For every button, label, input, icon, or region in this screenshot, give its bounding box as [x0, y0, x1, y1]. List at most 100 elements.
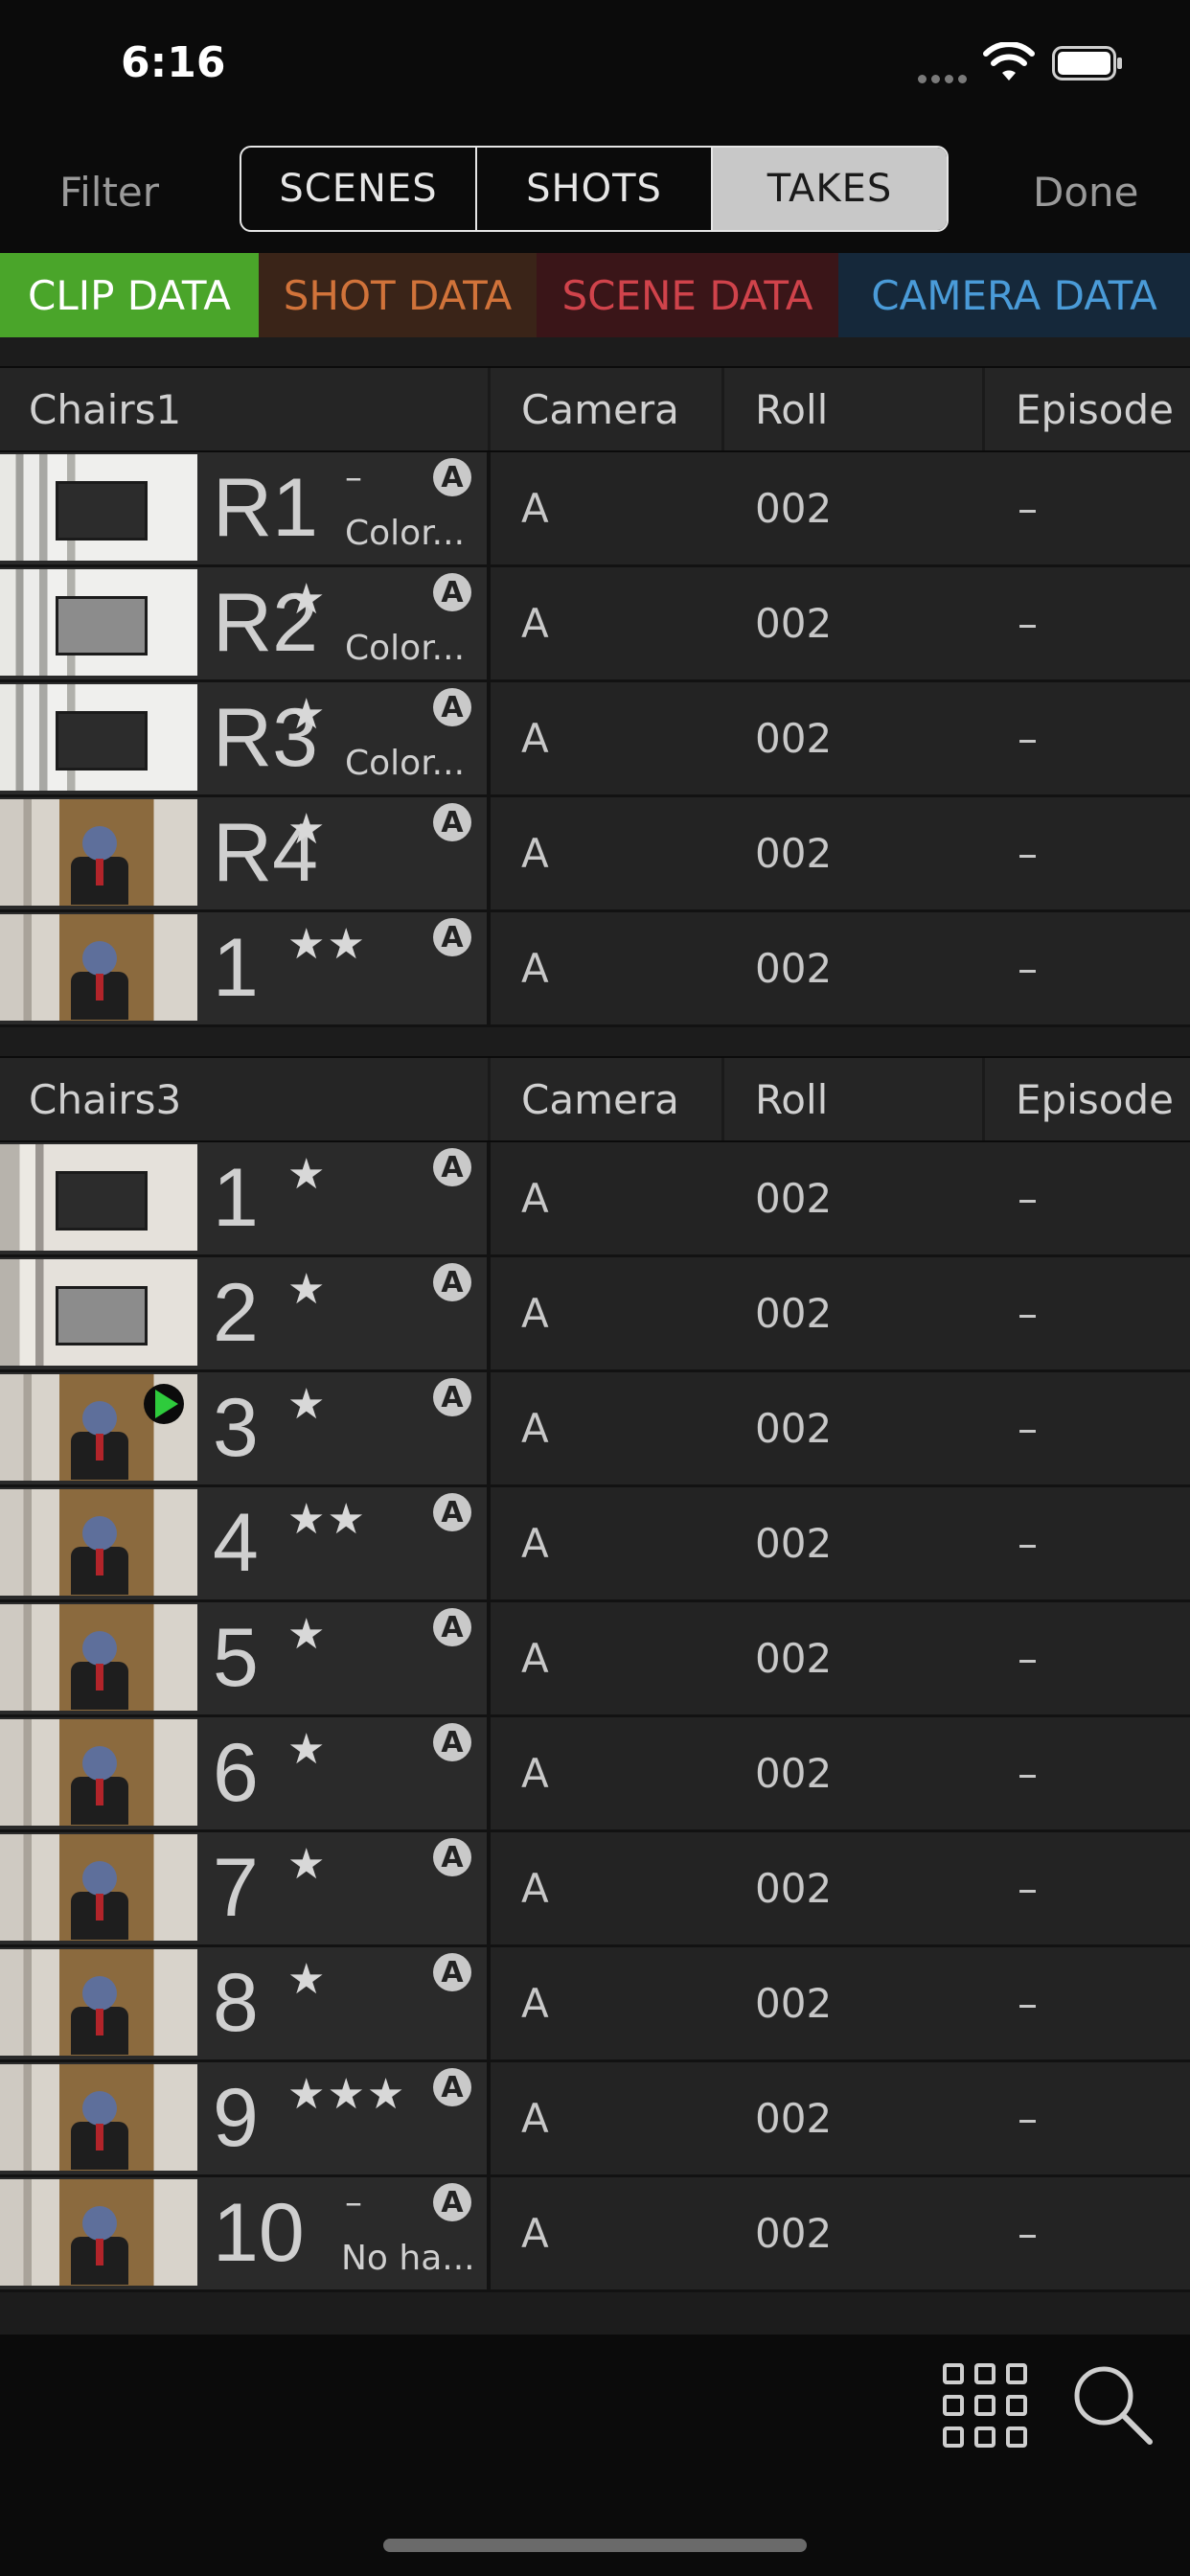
- play-icon[interactable]: [144, 1384, 184, 1424]
- take-cell[interactable]: 1 ★★ A: [0, 912, 487, 1024]
- segment-takes[interactable]: TAKES: [713, 148, 947, 230]
- column-divider: [487, 1602, 491, 1714]
- tab-clip-data[interactable]: CLIP DATA: [0, 253, 259, 337]
- episode-value: –: [1018, 1635, 1038, 1682]
- clip-thumbnail[interactable]: [0, 1949, 197, 2056]
- take-number: 1: [213, 1152, 259, 1244]
- take-cell[interactable]: 10 – No ha... A: [0, 2177, 487, 2289]
- take-row[interactable]: 4 ★★ A A 002 –: [0, 1487, 1190, 1602]
- take-row[interactable]: 5 ★ A A 002 –: [0, 1602, 1190, 1717]
- take-row[interactable]: 8 ★ A A 002 –: [0, 1947, 1190, 2062]
- clip-thumbnail[interactable]: [0, 1719, 197, 1826]
- camera-value: A: [521, 830, 549, 877]
- take-row[interactable]: 3 ★ A A 002 –: [0, 1372, 1190, 1487]
- episode-value: –: [1018, 1175, 1038, 1222]
- wifi-icon: [983, 42, 1035, 80]
- star-rating[interactable]: ★: [287, 1955, 327, 2004]
- column-divider: [487, 912, 491, 1024]
- clip-thumbnail[interactable]: [0, 914, 197, 1021]
- take-cell[interactable]: 4 ★★ A: [0, 1487, 487, 1599]
- column-divider: [487, 1372, 491, 1484]
- take-row[interactable]: R3 ★ Color... A A 002–: [0, 682, 1190, 797]
- take-row[interactable]: 6 ★ A A 002 –: [0, 1717, 1190, 1832]
- take-cell[interactable]: 8 ★ A: [0, 1947, 487, 2059]
- take-cell[interactable]: R2 ★ Color... A: [0, 567, 487, 679]
- clip-thumbnail[interactable]: [0, 2064, 197, 2171]
- tab-shot-data[interactable]: SHOT DATA: [259, 253, 537, 337]
- take-cell[interactable]: 9 ★★★ A: [0, 2062, 487, 2174]
- take-number: 6: [213, 1727, 259, 1819]
- divider: [0, 337, 1190, 366]
- star-rating[interactable]: ★: [287, 1265, 327, 1314]
- camera-a-badge: A: [433, 1608, 471, 1646]
- column-divider: [487, 797, 491, 909]
- tab-scene-data[interactable]: SCENE DATA: [537, 253, 838, 337]
- star-rating[interactable]: ★: [287, 575, 327, 624]
- group-header: Chairs3 Camera Roll Episode: [0, 1058, 1190, 1140]
- take-row[interactable]: 7 ★ A A 002 –: [0, 1832, 1190, 1947]
- camera-a-badge: A: [433, 1263, 471, 1301]
- take-number: 9: [213, 2072, 259, 2164]
- episode-value: –: [1018, 2095, 1038, 2142]
- take-number: 4: [213, 1497, 259, 1589]
- column-header-episode[interactable]: Episode: [985, 1058, 1190, 1140]
- star-rating[interactable]: ★: [287, 1150, 327, 1199]
- clip-thumbnail[interactable]: [0, 684, 197, 791]
- take-row[interactable]: 9 ★★★ A A 002 –: [0, 2062, 1190, 2177]
- clip-thumbnail[interactable]: [0, 1604, 197, 1711]
- take-row[interactable]: 10 – No ha... A A 002 –: [0, 2177, 1190, 2292]
- column-header-roll[interactable]: Roll: [724, 368, 985, 450]
- take-cell[interactable]: 3 ★ A: [0, 1372, 487, 1484]
- column-header-episode[interactable]: Episode: [985, 368, 1190, 450]
- take-row[interactable]: R4 ★ A A 002–: [0, 797, 1190, 912]
- star-rating[interactable]: ★: [287, 805, 327, 854]
- star-rating[interactable]: ★★★: [287, 2070, 406, 2119]
- take-number: 8: [213, 1957, 259, 2049]
- take-cell[interactable]: 7 ★ A: [0, 1832, 487, 1944]
- column-divider: [487, 1257, 491, 1369]
- star-rating[interactable]: ★: [287, 690, 327, 739]
- search-icon[interactable]: [1071, 2363, 1154, 2446]
- roll-value: 002: [755, 2210, 833, 2257]
- clip-thumbnail[interactable]: [0, 569, 197, 676]
- take-row[interactable]: R2 ★ Color... A A 002–: [0, 567, 1190, 682]
- clip-thumbnail[interactable]: [0, 1489, 197, 1596]
- segment-scenes[interactable]: SCENES: [241, 148, 477, 230]
- take-cell[interactable]: R4 ★ A: [0, 797, 487, 909]
- take-cell[interactable]: 2 ★ A: [0, 1257, 487, 1369]
- clip-thumbnail[interactable]: [0, 454, 197, 561]
- star-rating[interactable]: ★★: [287, 920, 367, 969]
- take-row[interactable]: 2 ★ A A 002 –: [0, 1257, 1190, 1372]
- done-button[interactable]: Done: [1033, 169, 1139, 216]
- clip-thumbnail[interactable]: [0, 1144, 197, 1251]
- grid-icon[interactable]: [941, 2361, 1029, 2450]
- column-header-camera[interactable]: Camera: [491, 1058, 724, 1140]
- column-header-roll[interactable]: Roll: [724, 1058, 985, 1140]
- roll-value: 002: [755, 485, 833, 532]
- tab-camera-data[interactable]: CAMERA DATA: [838, 253, 1190, 337]
- star-rating[interactable]: ★: [287, 1725, 327, 1774]
- take-cell[interactable]: R3 ★ Color... A: [0, 682, 487, 794]
- take-cell[interactable]: 5 ★ A: [0, 1602, 487, 1714]
- column-divider: [487, 1832, 491, 1944]
- star-rating[interactable]: ★: [287, 1840, 327, 1889]
- star-rating[interactable]: ★: [287, 1610, 327, 1659]
- take-cell[interactable]: R1– Color... A: [0, 452, 487, 564]
- take-row[interactable]: 1 ★ A A 002 –: [0, 1142, 1190, 1257]
- star-rating[interactable]: ★★: [287, 1495, 367, 1544]
- roll-value: 002: [755, 1290, 833, 1337]
- filter-button[interactable]: Filter: [59, 169, 159, 216]
- segment-shots[interactable]: SHOTS: [477, 148, 713, 230]
- clip-thumbnail[interactable]: [0, 1834, 197, 1941]
- group-name: Chairs1: [0, 368, 491, 450]
- take-cell[interactable]: 6 ★ A: [0, 1717, 487, 1829]
- take-row[interactable]: R1– Color... A A 002–: [0, 452, 1190, 567]
- star-rating[interactable]: ★: [287, 1380, 327, 1429]
- camera-value: A: [521, 1520, 549, 1567]
- clip-thumbnail[interactable]: [0, 799, 197, 906]
- take-row[interactable]: 1 ★★ A A 002 –: [0, 912, 1190, 1027]
- column-header-camera[interactable]: Camera: [491, 368, 724, 450]
- clip-thumbnail[interactable]: [0, 1259, 197, 1366]
- take-cell[interactable]: 1 ★ A: [0, 1142, 487, 1254]
- clip-thumbnail[interactable]: [0, 2179, 197, 2286]
